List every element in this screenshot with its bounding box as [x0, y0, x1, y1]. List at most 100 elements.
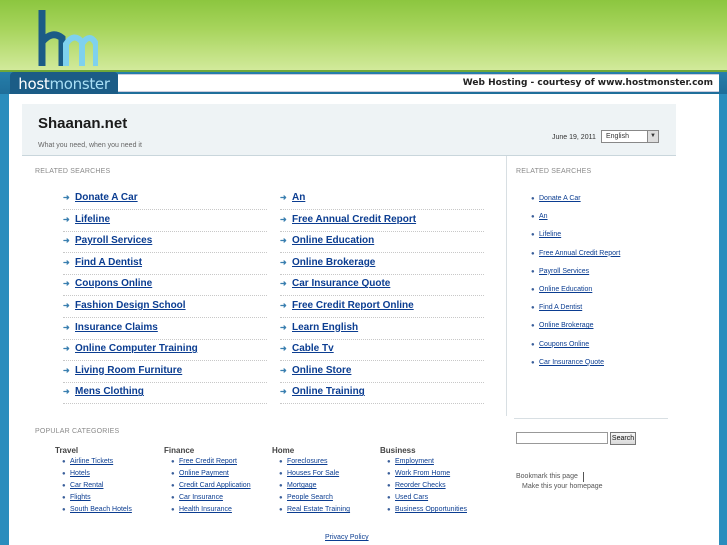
sidebar-link[interactable]: Payroll Services	[539, 268, 589, 275]
sidebar-link[interactable]: Find A Dentist	[539, 304, 582, 311]
related-search-item[interactable]: ➜ Car Insurance Quote	[280, 276, 484, 297]
category-link[interactable]: Used Cars	[395, 494, 428, 501]
sidebar-link[interactable]: Lifeline	[539, 231, 561, 238]
related-search-item[interactable]: ➜ Mens Clothing	[63, 384, 267, 405]
bullet-icon: ●	[387, 471, 391, 478]
search-button[interactable]: Search	[610, 432, 636, 445]
category-link[interactable]: Real Estate Training	[287, 506, 350, 513]
arrow-bullet-icon: ➜	[280, 387, 287, 397]
language-value: English	[606, 133, 629, 140]
sidebar-link[interactable]: Online Education	[539, 286, 592, 293]
related-search-item[interactable]: ➜ Payroll Services	[63, 233, 267, 254]
related-search-link[interactable]: Find A Dentist	[75, 257, 142, 268]
related-search-item[interactable]: ➜ Online Store	[280, 363, 484, 383]
arrow-bullet-icon: ➜	[280, 279, 287, 289]
related-search-item[interactable]: ➜ Online Computer Training	[63, 341, 267, 362]
category-link[interactable]: Business Opportunities	[395, 506, 467, 513]
homepage-link[interactable]: Make this your homepage	[522, 483, 603, 490]
bullet-icon: ●	[387, 507, 391, 514]
search-input[interactable]	[516, 432, 608, 444]
bullet-icon: ●	[62, 483, 66, 490]
related-search-link[interactable]: Car Insurance Quote	[292, 278, 390, 289]
related-search-item[interactable]: ➜ Lifeline	[63, 212, 267, 232]
related-search-link[interactable]: Coupons Online	[75, 278, 152, 289]
related-search-item[interactable]: ➜ Donate A Car	[63, 190, 267, 210]
arrow-bullet-icon: ➜	[280, 344, 287, 354]
sidebar-link[interactable]: Online Brokerage	[539, 322, 593, 329]
sidebar-link[interactable]: An	[539, 213, 548, 220]
privacy-policy-link[interactable]: Privacy Policy	[325, 534, 369, 541]
related-search-link[interactable]: Online Education	[292, 235, 374, 246]
related-search-item[interactable]: ➜ Coupons Online	[63, 276, 267, 297]
arrow-bullet-icon: ➜	[63, 387, 70, 397]
category-link[interactable]: Online Payment	[179, 470, 229, 477]
related-search-link[interactable]: Online Store	[292, 365, 351, 376]
related-search-item[interactable]: ➜ Fashion Design School	[63, 298, 267, 318]
related-search-link[interactable]: Online Training	[292, 386, 365, 397]
category-link[interactable]: Credit Card Application	[179, 482, 251, 489]
category-link[interactable]: People Search	[287, 494, 333, 501]
related-search-link[interactable]: Cable Tv	[292, 343, 334, 354]
dropdown-arrow-icon[interactable]: ▼	[647, 131, 658, 142]
category-link[interactable]: Mortgage	[287, 482, 317, 489]
logo-word-monster: monster	[49, 75, 110, 93]
related-search-item[interactable]: ➜ Insurance Claims	[63, 320, 267, 340]
related-search-item[interactable]: ➜ Living Room Furniture	[63, 363, 267, 383]
category-link[interactable]: Hotels	[70, 470, 90, 477]
related-search-link[interactable]: Lifeline	[75, 214, 110, 225]
category-link[interactable]: Reorder Checks	[395, 482, 446, 489]
related-search-link[interactable]: Free Credit Report Online	[292, 300, 414, 311]
related-search-link[interactable]: Payroll Services	[75, 235, 152, 246]
category-link[interactable]: Health Insurance	[179, 506, 232, 513]
courtesy-bar[interactable]: Web Hosting - courtesy of www.hostmonste…	[118, 74, 719, 92]
site-title: Shaanan.net	[38, 115, 128, 132]
related-search-item[interactable]: ➜ Online Education	[280, 233, 484, 254]
related-search-item[interactable]: ➜ Free Annual Credit Report	[280, 212, 484, 232]
category-title: Finance	[164, 446, 195, 455]
category-link[interactable]: Work From Home	[395, 470, 450, 477]
related-search-link[interactable]: Donate A Car	[75, 192, 138, 203]
related-search-link[interactable]: An	[292, 192, 305, 203]
popular-categories-heading: POPULAR CATEGORIES	[35, 428, 120, 435]
hostmonster-logo[interactable]: hostmonster	[10, 8, 118, 96]
arrow-bullet-icon: ➜	[280, 257, 287, 267]
sidebar-link[interactable]: Donate A Car	[539, 195, 581, 202]
arrow-bullet-icon: ➜	[63, 344, 70, 354]
related-search-link[interactable]: Living Room Furniture	[75, 365, 182, 376]
related-search-item[interactable]: ➜ An	[280, 190, 484, 210]
related-search-item[interactable]: ➜ Online Brokerage	[280, 255, 484, 275]
related-search-link[interactable]: Fashion Design School	[75, 300, 186, 311]
related-search-item[interactable]: ➜ Find A Dentist	[63, 255, 267, 275]
category-link[interactable]: South Beach Hotels	[70, 506, 132, 513]
related-search-item[interactable]: ➜ Cable Tv	[280, 341, 484, 362]
category-link[interactable]: Employment	[395, 458, 434, 465]
bullet-icon: ●	[387, 495, 391, 502]
related-search-item[interactable]: ➜ Learn English	[280, 320, 484, 340]
category-link[interactable]: Car Rental	[70, 482, 103, 489]
sidebar-link[interactable]: Car Insurance Quote	[539, 359, 604, 366]
category-link[interactable]: Foreclosures	[287, 458, 327, 465]
page-frame: Shaanan.net What you need, when you need…	[9, 94, 719, 545]
related-search-link[interactable]: Learn English	[292, 322, 358, 333]
arrow-bullet-icon: ➜	[63, 236, 70, 246]
category-link[interactable]: Houses For Sale	[287, 470, 339, 477]
related-search-item[interactable]: ➜ Online Training	[280, 384, 484, 405]
category-link[interactable]: Free Credit Report	[179, 458, 237, 465]
sidebar-link[interactable]: Coupons Online	[539, 341, 589, 348]
right-border	[719, 94, 727, 545]
language-select[interactable]: English ▼	[601, 130, 659, 143]
category-link[interactable]: Flights	[70, 494, 91, 501]
related-search-link[interactable]: Free Annual Credit Report	[292, 214, 416, 225]
category-link[interactable]: Airline Tickets	[70, 458, 113, 465]
bookmark-link[interactable]: Bookmark this page	[516, 473, 578, 480]
related-search-link[interactable]: Mens Clothing	[75, 386, 144, 397]
arrow-bullet-icon: ➜	[63, 193, 70, 202]
category-link[interactable]: Car Insurance	[179, 494, 223, 501]
related-search-link[interactable]: Online Computer Training	[75, 343, 198, 354]
related-search-link[interactable]: Insurance Claims	[75, 322, 158, 333]
related-search-item[interactable]: ➜ Free Credit Report Online	[280, 298, 484, 318]
category-title: Home	[272, 446, 295, 455]
sidebar-link[interactable]: Free Annual Credit Report	[539, 250, 620, 257]
bullet-icon: ●	[531, 250, 535, 257]
related-search-link[interactable]: Online Brokerage	[292, 257, 375, 268]
